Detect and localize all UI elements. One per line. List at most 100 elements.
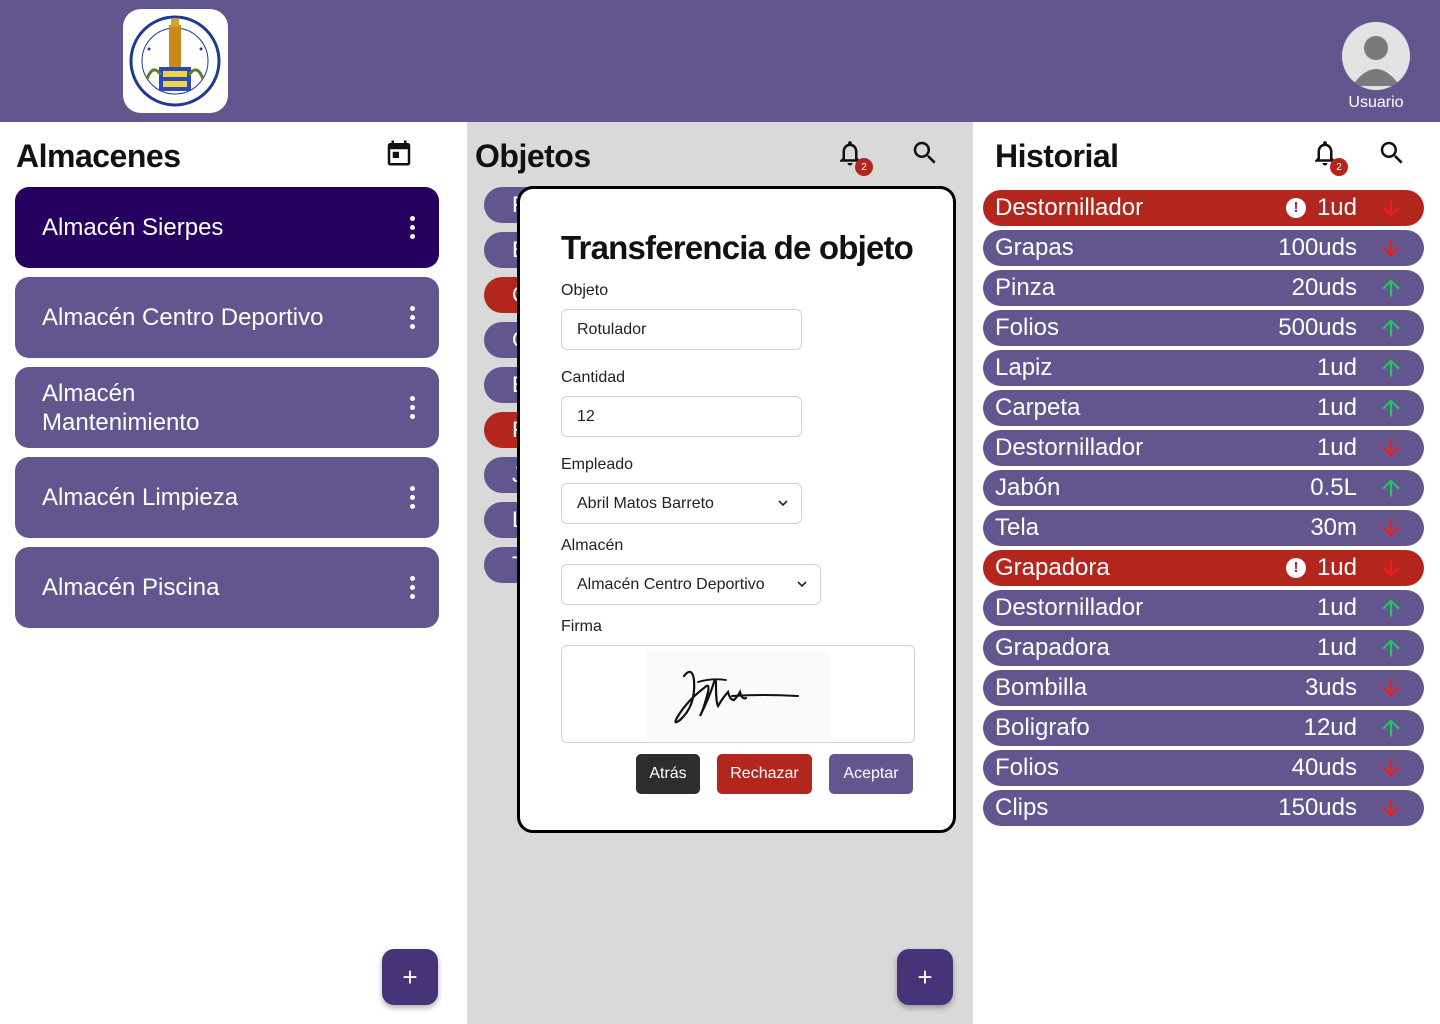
- arrow-down-icon: [1382, 519, 1400, 537]
- history-item-name: Lapiz: [995, 354, 1053, 381]
- history-row[interactable]: Folios 40uds: [983, 750, 1424, 786]
- history-item-quantity: 1ud: [1316, 394, 1357, 421]
- top-bar: Usuario: [0, 0, 1440, 122]
- history-item-quantity: 12ud: [1303, 714, 1357, 741]
- alert-icon: !: [1286, 558, 1306, 578]
- warehouse-card-limpieza[interactable]: Almacén Limpieza: [15, 457, 439, 538]
- warehouse-label: Almacén Sierpes: [42, 214, 224, 241]
- history-item-name: Pinza: [995, 274, 1056, 301]
- warehouse-card-piscina[interactable]: Almacén Piscina: [15, 547, 439, 628]
- history-row[interactable]: Boligrafo 12ud: [983, 710, 1424, 746]
- history-row[interactable]: Carpeta 1ud: [983, 390, 1424, 426]
- arrow-down-icon: [1382, 199, 1400, 217]
- history-item-quantity: 1ud: [1316, 594, 1357, 621]
- calendar-icon[interactable]: [382, 136, 416, 170]
- almacen-select[interactable]: Almacén Centro Deportivo: [561, 564, 821, 605]
- arrow-up-icon: [1382, 479, 1400, 497]
- arrow-up-icon: [1382, 359, 1400, 377]
- arrow-down-icon: [1382, 759, 1400, 777]
- user-label: Usuario: [1348, 94, 1404, 111]
- history-row[interactable]: Bombilla 3uds: [983, 670, 1424, 706]
- more-options-icon[interactable]: [405, 395, 419, 420]
- arrow-down-icon: [1382, 559, 1400, 577]
- history-item-name: Destornillador: [995, 194, 1144, 221]
- warehouse-card-mantenimiento[interactable]: Almacén Mantenimiento: [15, 367, 439, 448]
- history-item-quantity: 30m: [1310, 514, 1357, 541]
- history-item-quantity: 1ud: [1316, 354, 1357, 381]
- history-row[interactable]: Grapadora 1ud: [983, 630, 1424, 666]
- history-item-quantity: 1ud: [1316, 194, 1357, 221]
- firma-label: Firma: [561, 618, 602, 635]
- history-item-quantity: 40uds: [1291, 754, 1357, 781]
- arrow-down-icon: [1382, 239, 1400, 257]
- history-row[interactable]: Destornillador 1ud: [983, 590, 1424, 626]
- reject-button[interactable]: Rechazar: [717, 754, 812, 794]
- back-button[interactable]: Atrás: [636, 754, 700, 794]
- user-menu[interactable]: Usuario: [1336, 22, 1416, 112]
- history-row[interactable]: Destornillador 1ud: [983, 430, 1424, 466]
- history-row[interactable]: Destornillador! 1ud: [983, 190, 1424, 226]
- empleado-label: Empleado: [561, 456, 634, 473]
- history-row[interactable]: Folios 500uds: [983, 310, 1424, 346]
- transfer-modal: Transferencia de objeto Objeto Rotulador…: [517, 186, 956, 833]
- arrow-up-icon: [1382, 719, 1400, 737]
- chevron-down-icon: [778, 500, 788, 507]
- empleado-value: Abril Matos Barreto: [577, 495, 714, 512]
- arrow-up-icon: [1382, 399, 1400, 417]
- more-options-icon[interactable]: [405, 305, 419, 330]
- club-logo[interactable]: [123, 9, 228, 113]
- history-item-quantity: 100uds: [1278, 234, 1357, 261]
- more-options-icon[interactable]: [405, 575, 419, 600]
- warehouse-label: Almacén Piscina: [42, 574, 220, 601]
- history-item-name: Destornillador: [995, 434, 1144, 461]
- arrow-down-icon: [1382, 679, 1400, 697]
- history-row[interactable]: Jabón 0.5L: [983, 470, 1424, 506]
- objetos-title: Objetos: [475, 138, 591, 174]
- history-item-name: Jabón: [995, 474, 1061, 501]
- alert-icon: !: [1286, 198, 1306, 218]
- arrow-up-icon: [1382, 599, 1400, 617]
- history-item-name: Folios: [995, 314, 1060, 341]
- chevron-down-icon: [797, 581, 807, 588]
- history-item-quantity: 3uds: [1304, 674, 1357, 701]
- history-item-name: Carpeta: [995, 394, 1081, 421]
- warehouse-label: Almacén Mantenimiento: [42, 379, 200, 436]
- history-item-name: Bombilla: [995, 674, 1088, 701]
- history-row[interactable]: Pinza 20uds: [983, 270, 1424, 306]
- history-row[interactable]: Tela 30m: [983, 510, 1424, 546]
- empleado-select[interactable]: Abril Matos Barreto: [561, 483, 802, 524]
- warehouse-label: Almacén Centro Deportivo: [42, 304, 324, 331]
- cantidad-field[interactable]: 12: [561, 396, 802, 437]
- objeto-field[interactable]: Rotulador: [561, 309, 802, 350]
- history-item-quantity: 150uds: [1278, 794, 1357, 821]
- warehouse-card-centro-deportivo[interactable]: Almacén Centro Deportivo: [15, 277, 439, 358]
- more-options-icon[interactable]: [405, 485, 419, 510]
- history-row[interactable]: Lapiz 1ud: [983, 350, 1424, 386]
- almacen-label: Almacén: [561, 537, 624, 554]
- history-item-name: Folios: [995, 754, 1060, 781]
- search-icon[interactable]: [1375, 136, 1409, 170]
- avatar[interactable]: [1342, 22, 1410, 90]
- history-item-quantity: 500uds: [1278, 314, 1357, 341]
- history-row[interactable]: Clips 150uds: [983, 790, 1424, 826]
- search-icon[interactable]: [908, 136, 942, 170]
- notifications-icon[interactable]: 2: [833, 136, 873, 176]
- almacenes-title: Almacenes: [16, 138, 181, 174]
- signature-pad[interactable]: [561, 645, 915, 743]
- historial-title: Historial: [995, 138, 1119, 174]
- notifications-icon[interactable]: 2: [1308, 136, 1348, 176]
- history-row[interactable]: Grapadora! 1ud: [983, 550, 1424, 586]
- cantidad-label: Cantidad: [561, 369, 626, 386]
- add-warehouse-button[interactable]: +: [382, 949, 438, 1005]
- notification-badge: 2: [1330, 158, 1348, 176]
- history-item-quantity: 1ud: [1316, 634, 1357, 661]
- history-row[interactable]: Grapas 100uds: [983, 230, 1424, 266]
- more-options-icon[interactable]: [405, 215, 419, 240]
- arrow-down-icon: [1382, 439, 1400, 457]
- accept-button[interactable]: Aceptar: [829, 754, 913, 794]
- history-item-quantity: 1ud: [1316, 554, 1357, 581]
- arrow-up-icon: [1382, 279, 1400, 297]
- history-item-quantity: 0.5L: [1310, 474, 1357, 501]
- warehouse-card-sierpes[interactable]: Almacén Sierpes: [15, 187, 439, 268]
- add-object-button[interactable]: +: [897, 949, 953, 1005]
